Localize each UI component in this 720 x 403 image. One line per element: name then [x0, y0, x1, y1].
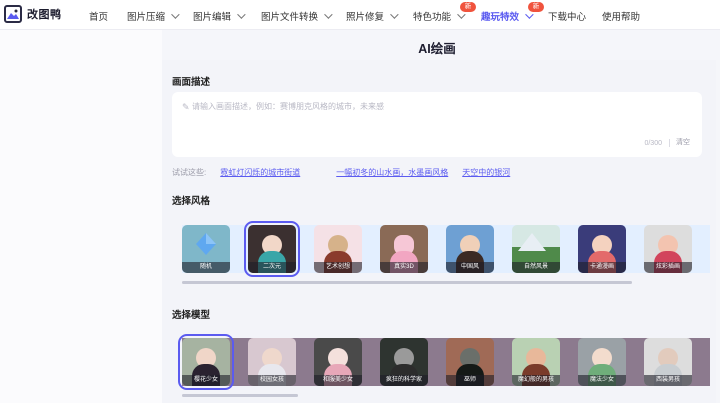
nav-label: 照片修复	[346, 12, 385, 23]
nav-item-download[interactable]: 下载中心	[548, 9, 586, 23]
nav-label: 使用帮助	[602, 12, 641, 23]
clear-button[interactable]: 清空	[676, 137, 690, 147]
nav-item-fun-effects[interactable]: 趣玩特效	[481, 9, 534, 23]
style-card-art[interactable]: 艺术创想	[314, 225, 362, 273]
model-card-magic-girl[interactable]: 魔法少女	[578, 338, 626, 386]
card-caption: 巫师	[446, 375, 494, 386]
suggestions-label: 试试这些:	[172, 168, 207, 177]
model-card-sakura-girl[interactable]: 樱花少女	[178, 334, 234, 390]
chevron-down-icon	[324, 10, 333, 19]
card-caption: 西装男孩	[644, 375, 692, 386]
style-card-anime[interactable]: 二次元	[244, 221, 300, 277]
scrollbar-thumb[interactable]	[182, 394, 298, 397]
card-caption: 中国风	[446, 262, 494, 273]
card-caption: 二次元	[248, 262, 296, 273]
style-section-title: 选择风格	[172, 196, 211, 207]
logo[interactable]: 改图鸭	[4, 5, 62, 23]
card-caption: 随机	[182, 262, 230, 273]
page-title: AI绘画	[418, 42, 456, 56]
style-card-nature[interactable]: 自然风景	[512, 225, 560, 273]
prompt-box: ✎ 0/300 清空	[172, 92, 702, 157]
diamond-icon	[196, 233, 216, 255]
model-section-title: 选择模型	[172, 310, 211, 321]
nav-item-edit[interactable]: 图片编辑	[193, 9, 246, 23]
nav-item-repair[interactable]: 照片修复	[346, 9, 399, 23]
prompt-input[interactable]	[192, 99, 692, 113]
card-caption: 艺术创想	[314, 262, 362, 273]
style-card-3d[interactable]: 真实3D	[380, 225, 428, 273]
nav-label: 趣玩特效	[481, 12, 520, 23]
style-card-chinese[interactable]: 中国风	[446, 225, 494, 273]
chevron-down-icon	[171, 10, 180, 19]
char-counter: 0/300	[644, 140, 662, 147]
nav-label: 特色功能	[413, 12, 452, 23]
nav-label: 图片编辑	[193, 12, 232, 23]
card-caption: 卡通漫画	[578, 262, 626, 273]
chevron-down-icon	[237, 10, 246, 19]
model-card-fantasy-boy[interactable]: 魔幻般的男孩	[512, 338, 560, 386]
nav-item-convert[interactable]: 图片文件转换	[261, 9, 333, 23]
nav-item-help[interactable]: 使用帮助	[602, 9, 640, 23]
style-card-colorful[interactable]: 炫彩插画	[644, 225, 692, 273]
style-card-cartoon[interactable]: 卡通漫画	[578, 225, 626, 273]
card-caption: 自然风景	[512, 262, 560, 273]
card-caption: 校园女孩	[248, 375, 296, 386]
model-card-suit-boy[interactable]: 西装男孩	[644, 338, 692, 386]
left-blank-area	[0, 30, 162, 403]
model-card-kimono-girl[interactable]: 和服美少女	[314, 338, 362, 386]
card-caption: 真实3D	[380, 262, 428, 273]
divider	[669, 139, 670, 147]
model-card-row: 樱花少女 校园女孩 和服美少女 疯狂的科学家 巫师 魔幻般的男孩 魔法少女 西装…	[178, 334, 710, 390]
suggestion-link[interactable]: 天空中的银河	[462, 167, 510, 178]
nav-item-compress[interactable]: 图片压缩	[127, 9, 180, 23]
pencil-icon: ✎	[182, 102, 190, 112]
model-scrollbar[interactable]	[182, 394, 298, 397]
card-caption: 魔法少女	[578, 375, 626, 386]
nav-label: 下载中心	[548, 12, 587, 23]
scrollbar-thumb[interactable]	[182, 281, 632, 284]
chevron-down-icon	[390, 10, 399, 19]
model-card-wizard[interactable]: 巫师	[446, 338, 494, 386]
card-caption: 樱花少女	[182, 375, 230, 386]
ai-drawing-panel: 画面描述 ✎ 0/300 清空 试试这些: 霓虹灯闪烁的城市街道 一幅初冬的山水…	[162, 60, 716, 403]
top-nav: 改图鸭 首页 图片压缩 图片编辑 图片文件转换 照片修复 特色功能 新 趣玩特效…	[0, 0, 720, 30]
style-scrollbar[interactable]	[182, 281, 632, 284]
suggestion-link[interactable]: 霓虹灯闪烁的城市街道	[220, 167, 300, 178]
nav-label: 图片压缩	[127, 12, 166, 23]
card-thumbnail-mountain	[518, 233, 546, 251]
suggestion-link[interactable]: 一幅初冬的山水画，水墨画风格	[336, 167, 448, 178]
model-card-school-girl[interactable]: 校园女孩	[248, 338, 296, 386]
nav-item-features[interactable]: 特色功能	[413, 9, 466, 23]
style-card-row: 随机 二次元 艺术创想 真实3D 中国风 自然风景 卡通漫画 炫彩插画	[182, 221, 710, 277]
style-card-random[interactable]: 随机	[182, 225, 230, 273]
card-caption: 魔幻般的男孩	[512, 375, 560, 386]
suggestions-row: 试试这些: 霓虹灯闪烁的城市街道 一幅初冬的山水画，水墨画风格 天空中的银河	[172, 167, 510, 178]
model-card-mad-scientist[interactable]: 疯狂的科学家	[380, 338, 428, 386]
card-caption: 炫彩插画	[644, 262, 692, 273]
nav-label: 图片文件转换	[261, 12, 319, 23]
new-badge: 新	[460, 2, 476, 12]
card-caption: 和服美少女	[314, 375, 362, 386]
new-badge: 新	[528, 2, 544, 12]
card-caption: 疯狂的科学家	[380, 375, 428, 386]
logo-text: 改图鸭	[27, 9, 62, 21]
logo-icon	[4, 5, 22, 23]
nav-item-home[interactable]: 首页	[89, 9, 108, 23]
prompt-section-title: 画面描述	[172, 77, 211, 88]
nav-label: 首页	[89, 12, 109, 23]
